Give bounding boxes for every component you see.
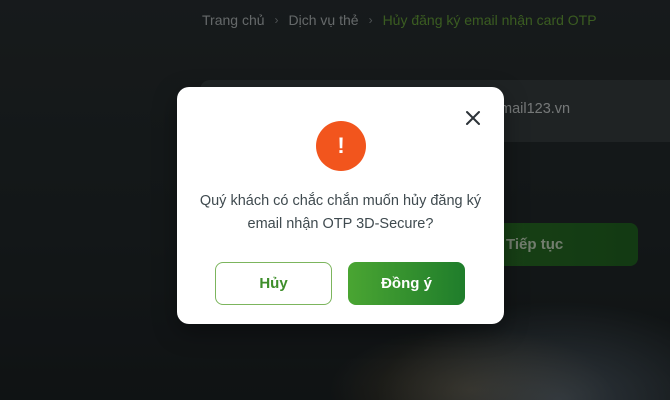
close-icon[interactable] bbox=[464, 109, 482, 127]
dialog-message: Quý khách có chắc chắn muốn hủy đăng ký … bbox=[195, 190, 486, 236]
exclamation-icon: ! bbox=[316, 121, 366, 171]
dialog-message-line2: email nhận OTP 3D-Secure? bbox=[247, 216, 434, 232]
confirm-button[interactable]: Đồng ý bbox=[348, 262, 465, 305]
confirm-dialog: ! Quý khách có chắc chắn muốn hủy đăng k… bbox=[177, 87, 504, 324]
cancel-button[interactable]: Hủy bbox=[215, 262, 332, 305]
dialog-message-line1: Quý khách có chắc chắn muốn hủy đăng ký bbox=[199, 193, 482, 209]
exclamation-glyph: ! bbox=[337, 133, 345, 158]
